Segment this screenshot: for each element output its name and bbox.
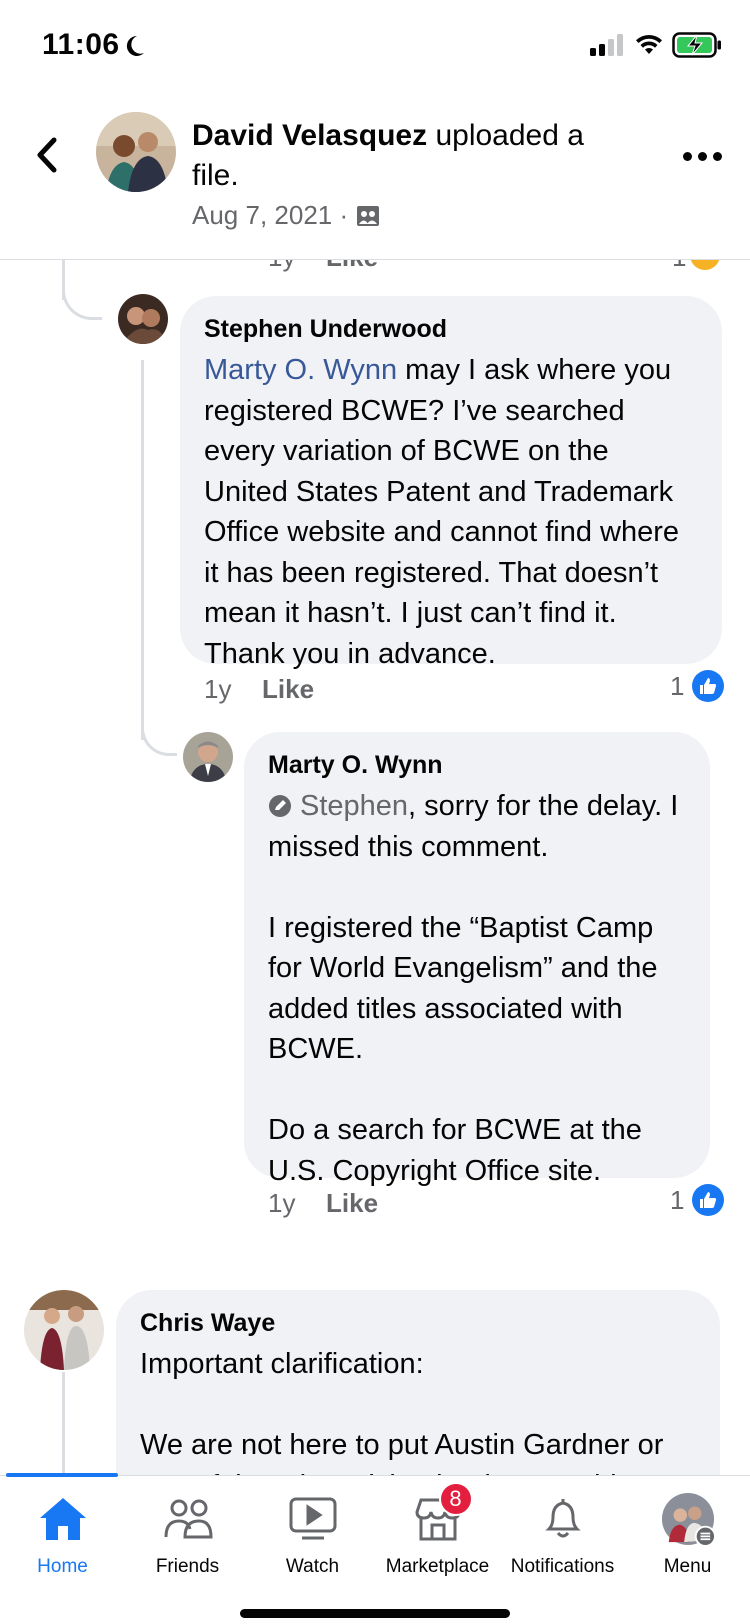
haha-reaction-icon [690, 260, 720, 270]
edited-mention-icon [269, 795, 291, 817]
status-time: 11:06 [42, 28, 120, 61]
tab-friends[interactable]: Friends [125, 1492, 250, 1592]
comment-actions: 1y Like 1 [204, 670, 725, 714]
battery-charging-icon [672, 32, 721, 58]
post-meta: Aug 7, 2021 · [192, 200, 380, 231]
comment-body: , sorry for the delay. I missed this com… [268, 790, 679, 1187]
comment-bubble: Chris Waye Important clarification: We a… [116, 1290, 720, 1475]
post-header: David Velasquez uploaded a file. Aug 7, … [0, 90, 750, 260]
home-icon [36, 1492, 90, 1546]
post-date[interactable]: Aug 7, 2021 · [192, 200, 348, 231]
status-bar: 11:06 [0, 0, 750, 90]
tab-watch[interactable]: Watch [250, 1492, 375, 1592]
comment-text: Stephen, sorry for the delay. I missed t… [268, 786, 686, 1191]
tab-home[interactable]: Home [0, 1492, 125, 1592]
tab-label: Friends [155, 1556, 220, 1577]
tab-marketplace[interactable]: 8 Marketplace [375, 1482, 500, 1592]
commenter-avatar[interactable] [24, 1290, 104, 1370]
moon-icon [126, 35, 144, 56]
thread-line [62, 1372, 65, 1475]
group-privacy-icon [357, 205, 380, 226]
tab-menu[interactable]: Menu [625, 1492, 750, 1592]
reaction-count: 1 [672, 260, 686, 273]
tab-label: Home [37, 1556, 88, 1577]
back-arrow-icon[interactable] [28, 130, 64, 180]
tab-label: Menu [663, 1556, 712, 1577]
home-indicator [240, 1609, 510, 1618]
more-options-button[interactable] [682, 144, 722, 168]
comment-time: 1y [204, 674, 232, 704]
commenter-name[interactable]: Marty O. Wynn [268, 748, 686, 782]
tab-label: Marketplace [385, 1556, 490, 1577]
reaction-count: 1 [670, 670, 685, 701]
author-avatar[interactable] [96, 112, 176, 192]
comment-time: 1y [268, 260, 295, 273]
commenter-name[interactable]: Stephen Underwood [204, 312, 698, 346]
comment-actions: 1y Like 1 [268, 1184, 725, 1228]
comment-bubble: Stephen Underwood Marty O. Wynn may I as… [180, 296, 722, 670]
bell-icon [536, 1492, 590, 1546]
thumbs-up-icon [692, 1184, 725, 1216]
reaction-summary[interactable]: 1 [670, 1184, 725, 1216]
notification-badge: 8 [438, 1482, 473, 1516]
watch-icon [286, 1492, 340, 1546]
reaction-count: 1 [670, 1184, 685, 1215]
like-button[interactable]: Like [326, 1188, 378, 1219]
comment-bubble: Marty O. Wynn Stephen, sorry for the del… [244, 732, 710, 1187]
comment-body: may I ask where you registered BCWE? I’v… [204, 354, 680, 670]
previous-comment-actions: 1y Like 1 [0, 260, 750, 282]
signal-icon [590, 34, 623, 56]
wifi-icon [636, 34, 662, 54]
like-button[interactable]: Like [326, 260, 378, 273]
thread-line [141, 360, 144, 740]
mention-link[interactable]: Stephen [300, 790, 408, 822]
marketplace-icon: 8 [411, 1482, 473, 1546]
tab-notifications[interactable]: Notifications [500, 1492, 625, 1592]
thread-curve [141, 700, 177, 756]
post-title: David Velasquez uploaded a file. [192, 116, 632, 196]
thumbs-up-icon [692, 670, 725, 702]
comment-thread: 1y Like 1 Stephen Underwood Marty O. Wyn… [0, 260, 750, 1475]
comment-body: Important clarification: We are not here… [140, 1348, 664, 1475]
mention-link[interactable]: Marty O. Wynn [204, 354, 397, 386]
bottom-tab-bar: Home Friends Watch 8 Marketplace Notific… [0, 1473, 750, 1624]
author-name[interactable]: David Velasquez [192, 119, 427, 152]
menu-avatar [661, 1492, 715, 1547]
friends-icon [161, 1492, 215, 1546]
comment-text: Marty O. Wynn may I ask where you regist… [204, 350, 698, 674]
commenter-name[interactable]: Chris Waye [140, 1306, 696, 1340]
commenter-avatar[interactable] [183, 732, 233, 782]
like-button[interactable]: Like [262, 674, 314, 705]
tab-label: Watch [285, 1556, 340, 1577]
active-tab-indicator [6, 1473, 118, 1477]
comment-time: 1y [268, 1188, 296, 1218]
commenter-avatar[interactable] [118, 294, 168, 344]
reaction-summary[interactable]: 1 [670, 670, 725, 702]
tab-label: Notifications [510, 1556, 615, 1577]
